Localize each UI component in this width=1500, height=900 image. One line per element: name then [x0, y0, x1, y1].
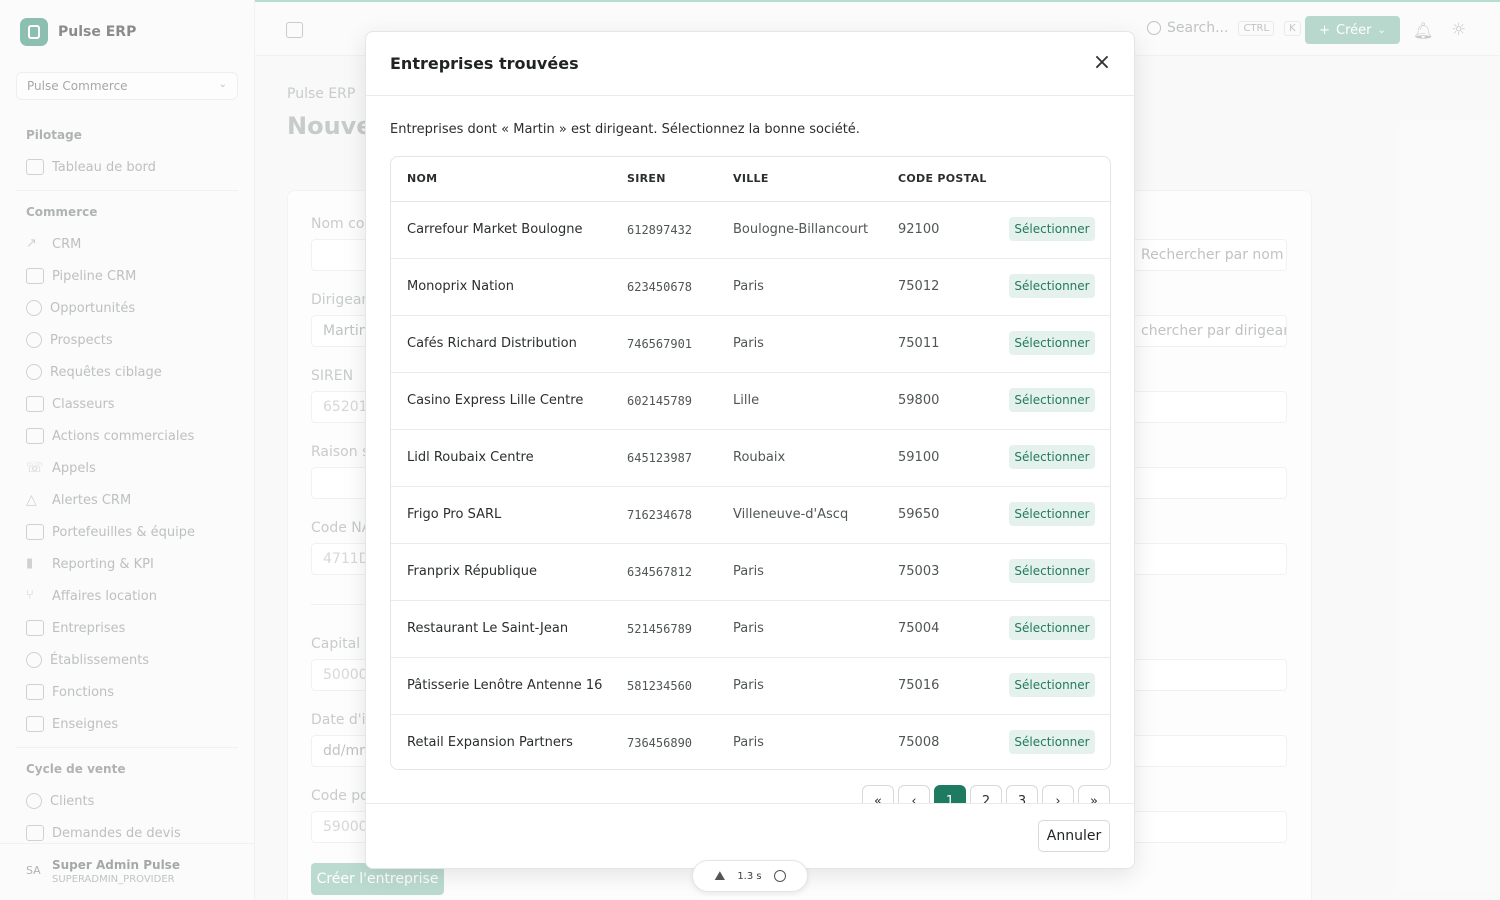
select-company-button[interactable]: Sélectionner — [1009, 331, 1095, 355]
cell-code-postal: 75003 — [898, 564, 940, 579]
cell-ville: Boulogne-Billancourt — [733, 222, 869, 237]
cell-code-postal: 75004 — [898, 621, 940, 636]
dialog-description: Entreprises dont « Martin » est dirigean… — [390, 122, 860, 137]
cell-ville: Paris — [733, 279, 764, 294]
table-row: Casino Express Lille Centre 602145789 Lill… — [391, 373, 1110, 430]
cell-ville: Paris — [733, 564, 764, 579]
table-row: Frigo Pro SARL 716234678 Villeneuve-d'Ascq… — [391, 487, 1110, 544]
select-company-button[interactable]: Sélectionner — [1009, 445, 1095, 469]
dialog-title: Entreprises trouvées — [390, 54, 579, 73]
companies-found-dialog: Entreprises trouvées × Entreprises dont … — [365, 31, 1135, 869]
cell-nom: Monoprix Nation — [407, 279, 514, 294]
cell-nom: Frigo Pro SARL — [407, 507, 502, 522]
cell-nom: Retail Expansion Partners — [407, 735, 573, 750]
cell-code-postal: 92100 — [898, 222, 940, 237]
cell-ville: Lille — [733, 393, 760, 408]
table-header: NOM SIREN VILLE CODE POSTAL — [391, 157, 1110, 202]
cell-ville: Paris — [733, 678, 764, 693]
table-row: Restaurant Le Saint-Jean 521456789 Paris 75… — [391, 601, 1110, 658]
cell-ville: Paris — [733, 621, 764, 636]
column-header-code-postal: CODE POSTAL — [898, 172, 987, 185]
cell-code-postal: 75011 — [898, 336, 940, 351]
table-row: Lidl Roubaix Centre 645123987 Roubaix 59100… — [391, 430, 1110, 487]
select-company-button[interactable]: Sélectionner — [1009, 730, 1095, 754]
cell-ville: Paris — [733, 735, 764, 750]
table-row: Pâtisserie Lenôtre Antenne 16 581234560 Pa… — [391, 658, 1110, 715]
select-company-button[interactable]: Sélectionner — [1009, 217, 1095, 241]
table-row: Carrefour Market Boulogne 612897432 Boulog… — [391, 202, 1110, 259]
cell-siren: 602145789 — [627, 394, 693, 408]
dialog-header: Entreprises trouvées × — [366, 32, 1134, 96]
table-row: Franprix République 634567812 Paris 75003 Sé… — [391, 544, 1110, 601]
table-row: Retail Expansion Partners 736456890 Paris 7… — [391, 715, 1110, 769]
cell-code-postal: 59650 — [898, 507, 940, 522]
cell-nom: Pâtisserie Lenôtre Antenne 16 — [407, 678, 603, 693]
cell-siren: 623450678 — [627, 280, 693, 294]
cancel-button[interactable]: Annuler — [1038, 820, 1110, 852]
cell-siren: 736456890 — [627, 736, 693, 750]
cell-ville: Villeneuve-d'Ascq — [733, 507, 849, 522]
cell-nom: Lidl Roubaix Centre — [407, 450, 534, 465]
cell-code-postal: 75008 — [898, 735, 940, 750]
cell-code-postal: 75012 — [898, 279, 940, 294]
cell-nom: Casino Express Lille Centre — [407, 393, 584, 408]
cell-nom: Cafés Richard Distribution — [407, 336, 577, 351]
select-company-button[interactable]: Sélectionner — [1009, 559, 1095, 583]
table-row: Cafés Richard Distribution 746567901 Paris… — [391, 316, 1110, 373]
cell-nom: Carrefour Market Boulogne — [407, 222, 583, 237]
select-company-button[interactable]: Sélectionner — [1009, 274, 1095, 298]
cell-nom: Restaurant Le Saint-Jean — [407, 621, 569, 636]
cell-siren: 521456789 — [627, 622, 693, 636]
cell-nom: Franprix République — [407, 564, 538, 579]
select-company-button[interactable]: Sélectionner — [1009, 616, 1095, 640]
select-company-button[interactable]: Sélectionner — [1009, 502, 1095, 526]
cell-code-postal: 59100 — [898, 450, 940, 465]
cell-siren: 645123987 — [627, 451, 693, 465]
cell-siren: 716234678 — [627, 508, 693, 522]
crosshair-icon[interactable] — [773, 870, 786, 882]
cell-code-postal: 59800 — [898, 393, 940, 408]
cell-code-postal: 75016 — [898, 678, 940, 693]
cell-siren: 634567812 — [627, 565, 693, 579]
column-header-ville: VILLE — [733, 172, 769, 185]
column-header-siren: SIREN — [627, 172, 666, 185]
cell-ville: Roubaix — [733, 450, 786, 465]
table-row: Monoprix Nation 623450678 Paris 75012 Sélect… — [391, 259, 1110, 316]
cell-siren: 612897432 — [627, 223, 693, 237]
column-header-nom: NOM — [407, 172, 438, 185]
cell-siren: 581234560 — [627, 679, 693, 693]
dev-toolbar[interactable]: ⛰ 1.3 s — [692, 860, 808, 892]
select-company-button[interactable]: Sélectionner — [1009, 673, 1095, 697]
cell-ville: Paris — [733, 336, 764, 351]
close-icon[interactable]: × — [1088, 52, 1116, 76]
companies-table: NOM SIREN VILLE CODE POSTAL Carrefour Ma… — [390, 156, 1111, 770]
select-company-button[interactable]: Sélectionner — [1009, 388, 1095, 412]
render-time: 1.3 s — [737, 870, 762, 882]
nuxt-logo-icon: ⛰ — [714, 868, 726, 884]
cell-siren: 746567901 — [627, 337, 693, 351]
